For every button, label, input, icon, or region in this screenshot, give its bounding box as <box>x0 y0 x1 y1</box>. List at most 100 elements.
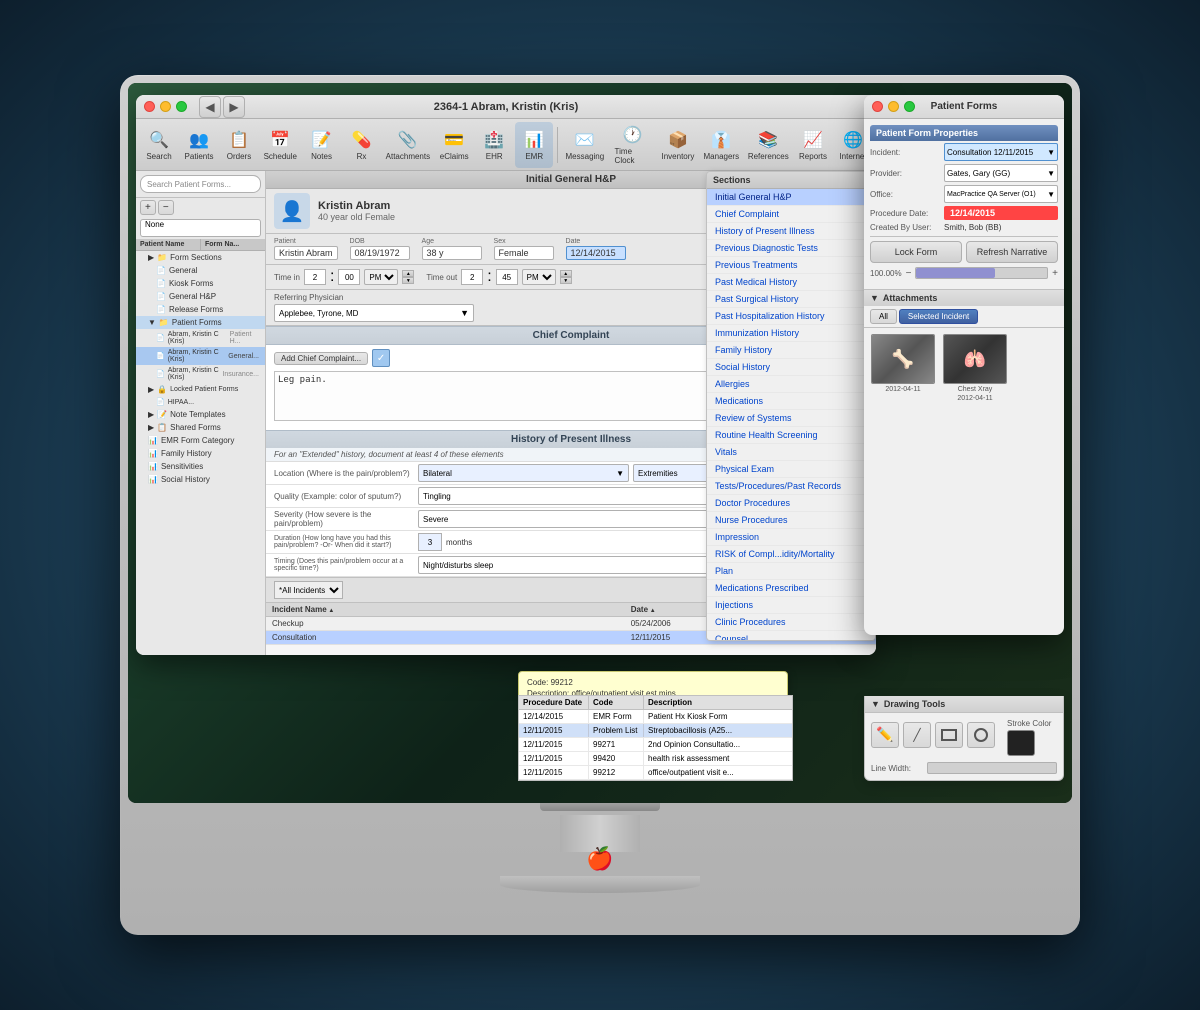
sidebar-item-emr-form-cat[interactable]: 📊 EMR Form Category <box>136 434 265 447</box>
zoom-plus-icon[interactable]: + <box>1052 268 1058 279</box>
proc-row-2[interactable]: 12/11/2015 Problem List Streptobacillosi… <box>519 724 792 738</box>
references-toolbar-btn[interactable]: 📚 References <box>745 122 792 168</box>
section-link-risk[interactable]: RISK of Compl...idity/Mortality <box>707 546 875 563</box>
sidebar-item-note-templates[interactable]: ▶ 📝 Note Templates <box>136 408 265 421</box>
forward-button[interactable]: ▶ <box>223 96 245 118</box>
referring-physician-dropdown[interactable]: Applebee, Tyrone, MD ▼ <box>274 304 474 322</box>
pf-incident-dropdown[interactable]: Consultation 12/11/2015 ▼ <box>944 143 1058 161</box>
section-link-cc[interactable]: Chief Complaint <box>707 206 875 223</box>
section-link-prev-treat[interactable]: Previous Treatments <box>707 257 875 274</box>
section-link-past-surg[interactable]: Past Surgical History <box>707 291 875 308</box>
notes-toolbar-btn[interactable]: 📝 Notes <box>303 122 341 168</box>
section-link-injections[interactable]: Injections <box>707 597 875 614</box>
sidebar-item-pf3[interactable]: 📄 Abram, Kristin C (Kris) Insurance... <box>136 365 265 383</box>
section-link-counsel[interactable]: Counsel <box>707 631 875 641</box>
date-field[interactable]: 12/14/2015 <box>566 246 626 260</box>
cc-checkbox[interactable]: ✓ <box>372 349 390 367</box>
all-incidents-dropdown[interactable]: *All Incidents <box>274 581 343 599</box>
proc-row-1[interactable]: 12/14/2015 EMR Form Patient Hx Kiosk For… <box>519 710 792 724</box>
reports-toolbar-btn[interactable]: 📈 Reports <box>794 122 832 168</box>
pf-close-btn[interactable] <box>872 101 883 112</box>
section-link-nurse[interactable]: Nurse Procedures <box>707 512 875 529</box>
time-in-ampm[interactable]: PMAM <box>364 269 398 285</box>
messaging-toolbar-btn[interactable]: ✉️ Messaging <box>562 122 607 168</box>
sidebar-item-shared-forms[interactable]: ▶ 📋 Shared Forms <box>136 421 265 434</box>
pf-minimize-btn[interactable] <box>888 101 899 112</box>
section-link-clinic[interactable]: Clinic Procedures <box>707 614 875 631</box>
sidebar-item-family-history[interactable]: 📊 Family History <box>136 447 265 460</box>
time-in-minutes[interactable] <box>338 269 360 285</box>
lock-form-btn[interactable]: Lock Form <box>870 241 962 263</box>
line-width-slider[interactable] <box>927 762 1057 774</box>
proc-row-3[interactable]: 12/11/2015 99271 2nd Opinion Consultatio… <box>519 738 792 752</box>
attachment-2[interactable]: 🫁 Chest Xray 2012-04-11 <box>942 334 1008 402</box>
patient-name-field[interactable]: Kristin Abram <box>274 246 338 260</box>
section-link-prev-diag[interactable]: Previous Diagnostic Tests <box>707 240 875 257</box>
pf-procedure-date[interactable]: 12/14/2015 <box>944 206 1058 220</box>
section-link-past-hosp[interactable]: Past Hospitalization History <box>707 308 875 325</box>
section-link-routine[interactable]: Routine Health Screening <box>707 427 875 444</box>
dob-field[interactable]: 08/19/1972 <box>350 246 410 260</box>
circle-tool[interactable] <box>967 722 995 748</box>
section-link-doctor[interactable]: Doctor Procedures <box>707 495 875 512</box>
sidebar-item-hipaa[interactable]: 📄 HIPAA... <box>136 396 265 408</box>
section-link-tests[interactable]: Tests/Procedures/Past Records <box>707 478 875 495</box>
section-link-meds-prescribed[interactable]: Medications Prescribed <box>707 580 875 597</box>
filter-dropdown[interactable]: None <box>140 219 261 237</box>
zoom-slider[interactable] <box>915 267 1048 279</box>
search-patient-forms-input[interactable]: Search Patient Forms... <box>140 175 261 193</box>
section-link-initial[interactable]: Initial General H&P <box>707 189 875 206</box>
ehr-toolbar-btn[interactable]: 🏥 EHR <box>475 122 513 168</box>
section-link-medications[interactable]: Medications <box>707 393 875 410</box>
section-link-allergies[interactable]: Allergies <box>707 376 875 393</box>
minimize-button[interactable] <box>160 101 171 112</box>
time-out-down[interactable]: ▼ <box>560 277 572 284</box>
proc-row-4[interactable]: 12/11/2015 99420 health risk assessment <box>519 752 792 766</box>
section-link-impression[interactable]: Impression <box>707 529 875 546</box>
section-link-physical[interactable]: Physical Exam <box>707 461 875 478</box>
pf-maximize-btn[interactable] <box>904 101 915 112</box>
sidebar-item-release-forms[interactable]: 📄 Release Forms <box>136 303 265 316</box>
section-link-past-med[interactable]: Past Medical History <box>707 274 875 291</box>
sidebar-item-pf1[interactable]: 📄 pf-1 Abram, Kristin C (Kris) Patient H… <box>136 329 265 347</box>
zoom-minus-icon[interactable]: − <box>906 268 912 279</box>
pencil-tool[interactable]: ✏️ <box>871 722 899 748</box>
line-tool[interactable]: ╱ <box>903 722 931 748</box>
section-link-plan[interactable]: Plan <box>707 563 875 580</box>
sidebar-item-general-hp[interactable]: 📄 General H&P <box>136 290 265 303</box>
maximize-button[interactable] <box>176 101 187 112</box>
sidebar-item-patient-forms[interactable]: ▼ 📁 Patient Forms <box>136 316 265 329</box>
time-out-hours[interactable] <box>461 269 483 285</box>
stroke-color-swatch[interactable] <box>1007 730 1035 756</box>
time-out-up[interactable]: ▲ <box>560 270 572 277</box>
col-incident-name[interactable]: Incident Name <box>266 603 625 617</box>
add-btn[interactable]: + <box>140 200 156 215</box>
section-link-vitals[interactable]: Vitals <box>707 444 875 461</box>
pf-office-dropdown[interactable]: MacPractice QA Server (O1) ▼ <box>944 185 1058 203</box>
rx-toolbar-btn[interactable]: 💊 Rx <box>343 122 381 168</box>
refresh-narrative-btn[interactable]: Refresh Narrative <box>966 241 1058 263</box>
close-button[interactable] <box>144 101 155 112</box>
orders-toolbar-btn[interactable]: 📋 Orders <box>220 122 258 168</box>
add-chief-complaint-btn[interactable]: Add Chief Complaint... <box>274 352 368 365</box>
time-in-down[interactable]: ▼ <box>402 277 414 284</box>
sidebar-item-form-sections[interactable]: ▶ 📁 Form Sections <box>136 251 265 264</box>
time-clock-toolbar-btn[interactable]: 🕐 Time Clock <box>610 122 656 168</box>
eclaims-toolbar-btn[interactable]: 💳 eClaims <box>435 122 473 168</box>
time-out-stepper[interactable]: ▲ ▼ <box>560 270 572 284</box>
selected-incident-tab[interactable]: Selected Incident <box>899 309 978 324</box>
time-out-minutes[interactable] <box>496 269 518 285</box>
time-in-stepper[interactable]: ▲ ▼ <box>402 270 414 284</box>
section-link-immun[interactable]: Immunization History <box>707 325 875 342</box>
schedule-toolbar-btn[interactable]: 📅 Schedule <box>260 122 301 168</box>
sidebar-item-kiosk-forms[interactable]: 📄 Kiosk Forms <box>136 277 265 290</box>
sidebar-item-locked-forms[interactable]: ▶ 🔒 Locked Patient Forms <box>136 383 265 396</box>
section-link-social[interactable]: Social History <box>707 359 875 376</box>
back-button[interactable]: ◀ <box>199 96 221 118</box>
search-toolbar-btn[interactable]: 🔍 Search <box>140 122 178 168</box>
emr-toolbar-btn[interactable]: 📊 EMR <box>515 122 553 168</box>
sidebar-item-pf2[interactable]: 📄 Abram, Kristin C (Kris) General... <box>136 347 265 365</box>
section-link-review[interactable]: Review of Systems <box>707 410 875 427</box>
patients-toolbar-btn[interactable]: 👥 Patients <box>180 122 218 168</box>
location-dropdown-1[interactable]: Bilateral ▼ <box>418 464 629 482</box>
